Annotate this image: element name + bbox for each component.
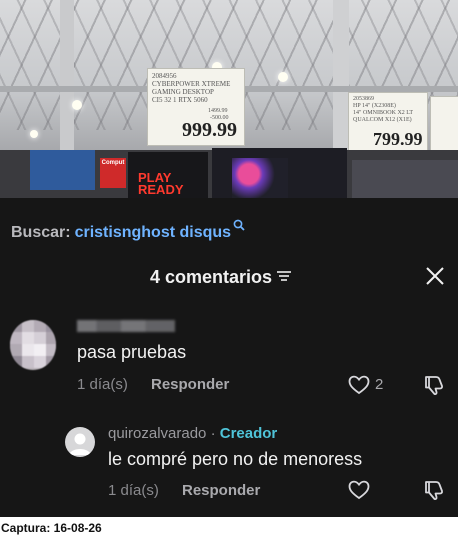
username[interactable]: quirozalvarado xyxy=(108,425,206,442)
price-sign-right: 2053869 HP 14" (X2308E) 14" OMNIBOOK X2 … xyxy=(348,92,428,154)
ceiling-light xyxy=(278,72,288,82)
avatar[interactable] xyxy=(10,320,56,370)
price-sign-partial xyxy=(430,96,458,154)
screenshot-frame: 2084956 CYBERPOWER XTREME GAMING DESKTOP… xyxy=(0,0,458,517)
product-line: CI5 32 1 RTX 5060 xyxy=(152,96,208,104)
search-suggestion[interactable]: Buscar: cristisnghost disqus xyxy=(11,219,245,242)
comment-text: le compré pero no de menoress xyxy=(108,449,363,469)
ceiling-light xyxy=(72,100,82,110)
search-icon xyxy=(233,219,245,231)
filter-icon[interactable] xyxy=(276,270,292,282)
product-line: CYBERPOWER XTREME xyxy=(152,80,231,88)
search-label: Buscar: xyxy=(11,224,71,241)
small-tag: Comput xyxy=(100,158,126,188)
reply-button[interactable]: Responder xyxy=(182,482,260,499)
sku: 2053869 xyxy=(353,96,374,102)
comments-count: 4 comentarios xyxy=(150,267,273,287)
search-query[interactable]: cristisnghost disqus xyxy=(75,224,231,241)
comment-time: 1 día(s) xyxy=(77,376,128,393)
product-box xyxy=(352,160,458,198)
default-avatar-icon xyxy=(69,433,91,455)
dislike-icon[interactable] xyxy=(423,374,445,396)
separator: · xyxy=(206,425,220,442)
ceiling-light xyxy=(30,130,38,138)
product-line: QUALCOM X12 (X1E) xyxy=(353,117,412,123)
product-box xyxy=(30,150,95,190)
reply-button[interactable]: Responder xyxy=(151,376,229,393)
comment-author[interactable]: quirozalvarado · Creador xyxy=(108,425,277,442)
price-sign-left: 2084956 CYBERPOWER XTREME GAMING DESKTOP… xyxy=(147,68,245,146)
product-line: GAMING DESKTOP xyxy=(152,88,214,96)
product-box-play-ready: PLAY READY xyxy=(128,152,208,198)
product-line: 14" OMNIBOOK X2 LT xyxy=(353,110,414,116)
creator-badge: Creador xyxy=(219,425,278,442)
like-count: 2 xyxy=(375,376,384,393)
product-line: HP 14" (X2308E) xyxy=(353,103,396,109)
close-icon[interactable] xyxy=(424,264,446,288)
dislike-icon[interactable] xyxy=(423,479,445,501)
capture-caption: Captura: 16-08-26 xyxy=(1,521,102,535)
store-photo: 2084956 CYBERPOWER XTREME GAMING DESKTOP… xyxy=(0,0,458,198)
pc-display xyxy=(212,148,347,198)
sku: 2084956 xyxy=(152,72,177,80)
avatar[interactable] xyxy=(65,427,95,457)
price: 799.99 xyxy=(373,129,423,149)
rgb-fans xyxy=(232,158,288,198)
comments-count-header: 4 comentarios xyxy=(150,267,292,288)
heart-icon[interactable] xyxy=(348,480,370,500)
price: 999.99 xyxy=(182,119,237,141)
comment-time: 1 día(s) xyxy=(108,482,159,499)
heart-icon[interactable] xyxy=(348,375,370,395)
box-text: READY xyxy=(138,182,184,197)
comment-text: pasa pruebas xyxy=(77,342,187,362)
username-blurred[interactable] xyxy=(77,320,175,332)
